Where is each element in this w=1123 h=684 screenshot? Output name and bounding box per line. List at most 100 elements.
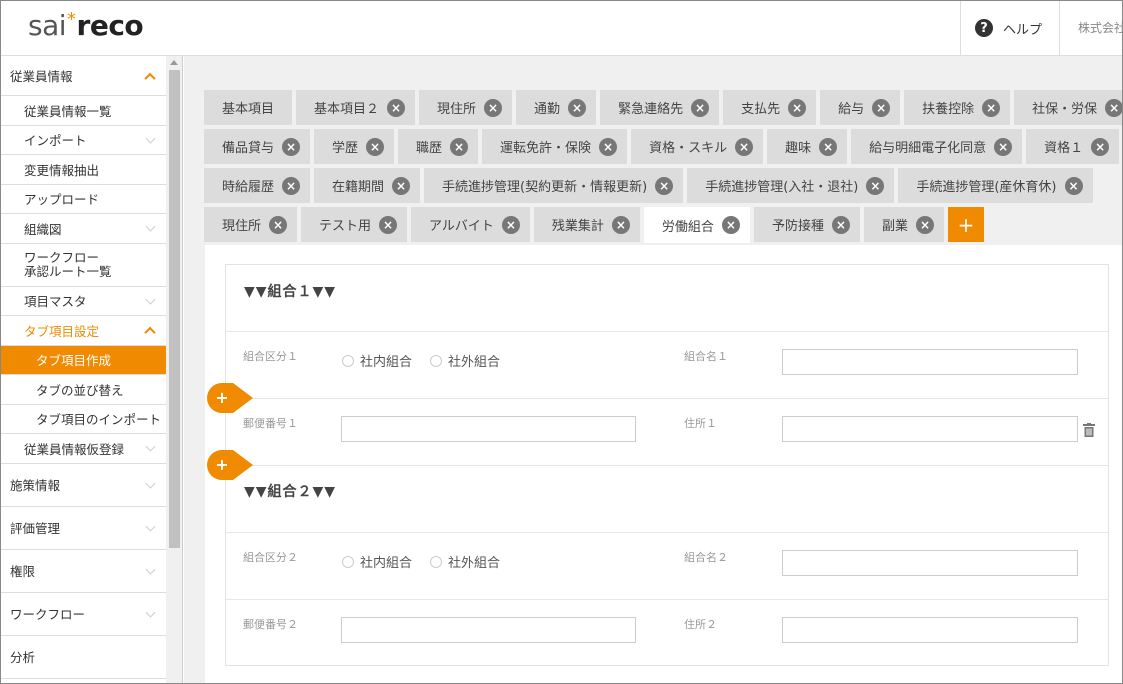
radio-circle[interactable] bbox=[430, 555, 443, 568]
tab[interactable]: 扶養控除 × bbox=[904, 90, 1011, 125]
sidebar-item[interactable]: アップロード bbox=[0, 185, 166, 214]
tab[interactable]: 備品貸与 × bbox=[204, 129, 311, 164]
close-tab-icon[interactable]: × bbox=[379, 215, 398, 234]
chevron-up-icon[interactable] bbox=[144, 326, 156, 339]
sidebar-item[interactable]: 評価管理 bbox=[0, 507, 166, 550]
sidebar-item[interactable]: タブ項目設定 bbox=[0, 316, 166, 346]
close-tab-icon[interactable]: × bbox=[501, 215, 520, 234]
tab[interactable]: 副業 × bbox=[863, 207, 944, 242]
close-tab-icon[interactable]: × bbox=[450, 137, 469, 156]
chevron-down-icon[interactable] bbox=[145, 521, 156, 532]
zip-input[interactable] bbox=[341, 617, 636, 643]
tab[interactable]: 運転免許・保険 × bbox=[482, 129, 628, 164]
sidebar-item[interactable]: 分析 bbox=[0, 636, 166, 679]
sidebar-item[interactable]: 変更情報抽出 bbox=[0, 155, 166, 185]
sidebar-scrollbar[interactable] bbox=[166, 56, 182, 684]
close-tab-icon[interactable]: × bbox=[982, 98, 1001, 117]
sidebar-item[interactable]: 従業員情報 bbox=[0, 56, 166, 96]
close-tab-icon[interactable]: × bbox=[721, 216, 740, 234]
close-tab-icon[interactable]: × bbox=[831, 215, 850, 234]
radio-external-union[interactable]: 社外組合 bbox=[430, 351, 500, 370]
sidebar-item[interactable]: タブ項目作成 bbox=[0, 345, 166, 375]
tab[interactable]: 予防接種 × bbox=[753, 207, 860, 242]
close-tab-icon[interactable]: × bbox=[282, 137, 301, 156]
sidebar-item[interactable]: タブの並び替え bbox=[0, 375, 166, 405]
close-tab-icon[interactable]: × bbox=[392, 176, 411, 195]
add-tab-button[interactable]: + bbox=[947, 207, 984, 242]
close-tab-icon[interactable]: × bbox=[819, 137, 838, 156]
close-tab-icon[interactable]: × bbox=[282, 176, 301, 195]
address-input[interactable] bbox=[782, 617, 1078, 643]
sidebar-item[interactable]: 組織図 bbox=[0, 214, 166, 244]
chevron-down-icon[interactable] bbox=[145, 133, 156, 144]
tab[interactable]: 給与明細電子化同意 × bbox=[851, 129, 1023, 164]
tab[interactable]: 職歴 × bbox=[398, 129, 479, 164]
trash-icon[interactable] bbox=[1083, 423, 1095, 437]
union-name-input[interactable] bbox=[782, 349, 1078, 375]
close-tab-icon[interactable]: × bbox=[866, 176, 885, 195]
chevron-down-icon[interactable] bbox=[145, 441, 156, 452]
radio-internal-union[interactable]: 社内組合 bbox=[342, 552, 412, 571]
tab[interactable]: 資格１ × bbox=[1026, 129, 1120, 164]
sidebar-item[interactable]: 従業員情報一覧 bbox=[0, 96, 166, 126]
saireco-logo[interactable]: sai*reco bbox=[28, 9, 144, 42]
tab[interactable]: 現住所 × bbox=[204, 207, 298, 242]
zip-input[interactable] bbox=[341, 416, 636, 442]
close-tab-icon[interactable]: × bbox=[1105, 98, 1123, 117]
tab[interactable]: 手続進捗管理(産休育休) × bbox=[898, 168, 1093, 203]
radio-circle[interactable] bbox=[342, 555, 354, 568]
tab[interactable]: 残業集計 × bbox=[533, 207, 640, 242]
tab[interactable]: 手続進捗管理(契約更新・情報更新) × bbox=[424, 168, 684, 203]
chevron-down-icon[interactable] bbox=[145, 294, 156, 305]
chevron-down-icon[interactable] bbox=[145, 564, 156, 575]
radio-circle[interactable] bbox=[430, 354, 443, 367]
tab[interactable]: アルバイト × bbox=[411, 207, 530, 242]
scrollbar-thumb[interactable] bbox=[169, 70, 180, 548]
tab[interactable]: 緊急連絡先 × bbox=[600, 90, 720, 125]
chevron-down-icon[interactable] bbox=[145, 221, 156, 232]
close-tab-icon[interactable]: × bbox=[269, 215, 288, 234]
close-tab-icon[interactable]: × bbox=[915, 215, 934, 234]
company-name[interactable]: 株式会社 bbox=[1059, 0, 1123, 56]
tab[interactable]: 趣味 × bbox=[767, 129, 848, 164]
close-tab-icon[interactable]: × bbox=[1091, 137, 1110, 156]
sidebar-item[interactable]: タブ項目のインポート bbox=[0, 405, 166, 434]
tab[interactable]: 労働組合 × bbox=[643, 207, 750, 243]
close-tab-icon[interactable]: × bbox=[366, 137, 385, 156]
sidebar-item[interactable]: 権限 bbox=[0, 550, 166, 593]
close-tab-icon[interactable]: × bbox=[484, 98, 503, 117]
sidebar-item[interactable]: インポート bbox=[0, 126, 166, 155]
insert-row-button[interactable]: + bbox=[207, 450, 253, 480]
close-tab-icon[interactable]: × bbox=[599, 137, 618, 156]
close-tab-icon[interactable]: × bbox=[872, 98, 891, 117]
tab[interactable]: 基本項目 bbox=[204, 90, 293, 125]
sidebar-item[interactable]: ワークフロー bbox=[0, 593, 166, 636]
close-tab-icon[interactable]: × bbox=[994, 137, 1013, 156]
close-tab-icon[interactable]: × bbox=[691, 98, 710, 117]
tab[interactable]: 手続進捗管理(入社・退社) × bbox=[687, 168, 895, 203]
address-input[interactable] bbox=[782, 416, 1078, 442]
sidebar-item[interactable]: 施策情報 bbox=[0, 464, 166, 507]
chevron-down-icon[interactable] bbox=[145, 478, 156, 489]
tab[interactable]: 現住所 × bbox=[419, 90, 513, 125]
close-tab-icon[interactable]: × bbox=[387, 98, 406, 117]
close-tab-icon[interactable]: × bbox=[568, 98, 587, 117]
close-tab-icon[interactable]: × bbox=[655, 176, 674, 195]
help-button[interactable]: ? ヘルプ bbox=[960, 0, 1059, 56]
tab[interactable]: 在籍期間 × bbox=[314, 168, 421, 203]
tab[interactable]: 社保・労保 × bbox=[1014, 90, 1123, 125]
insert-row-button[interactable]: + bbox=[207, 383, 253, 413]
union-name-input[interactable] bbox=[782, 550, 1078, 576]
tab[interactable]: 給与 × bbox=[820, 90, 901, 125]
radio-external-union[interactable]: 社外組合 bbox=[430, 552, 500, 571]
tab[interactable]: 基本項目２ × bbox=[296, 90, 416, 125]
scroll-up-arrow-icon[interactable] bbox=[170, 60, 178, 65]
chevron-up-icon[interactable] bbox=[144, 72, 156, 84]
tab[interactable]: 資格・スキル × bbox=[631, 129, 764, 164]
tab[interactable]: 学歴 × bbox=[314, 129, 395, 164]
close-tab-icon[interactable]: × bbox=[1064, 176, 1083, 195]
sidebar-item[interactable]: 項目マスタ bbox=[0, 287, 166, 316]
close-tab-icon[interactable]: × bbox=[735, 137, 754, 156]
radio-internal-union[interactable]: 社内組合 bbox=[342, 351, 412, 370]
sidebar-item[interactable]: 従業員情報仮登録 bbox=[0, 434, 166, 464]
